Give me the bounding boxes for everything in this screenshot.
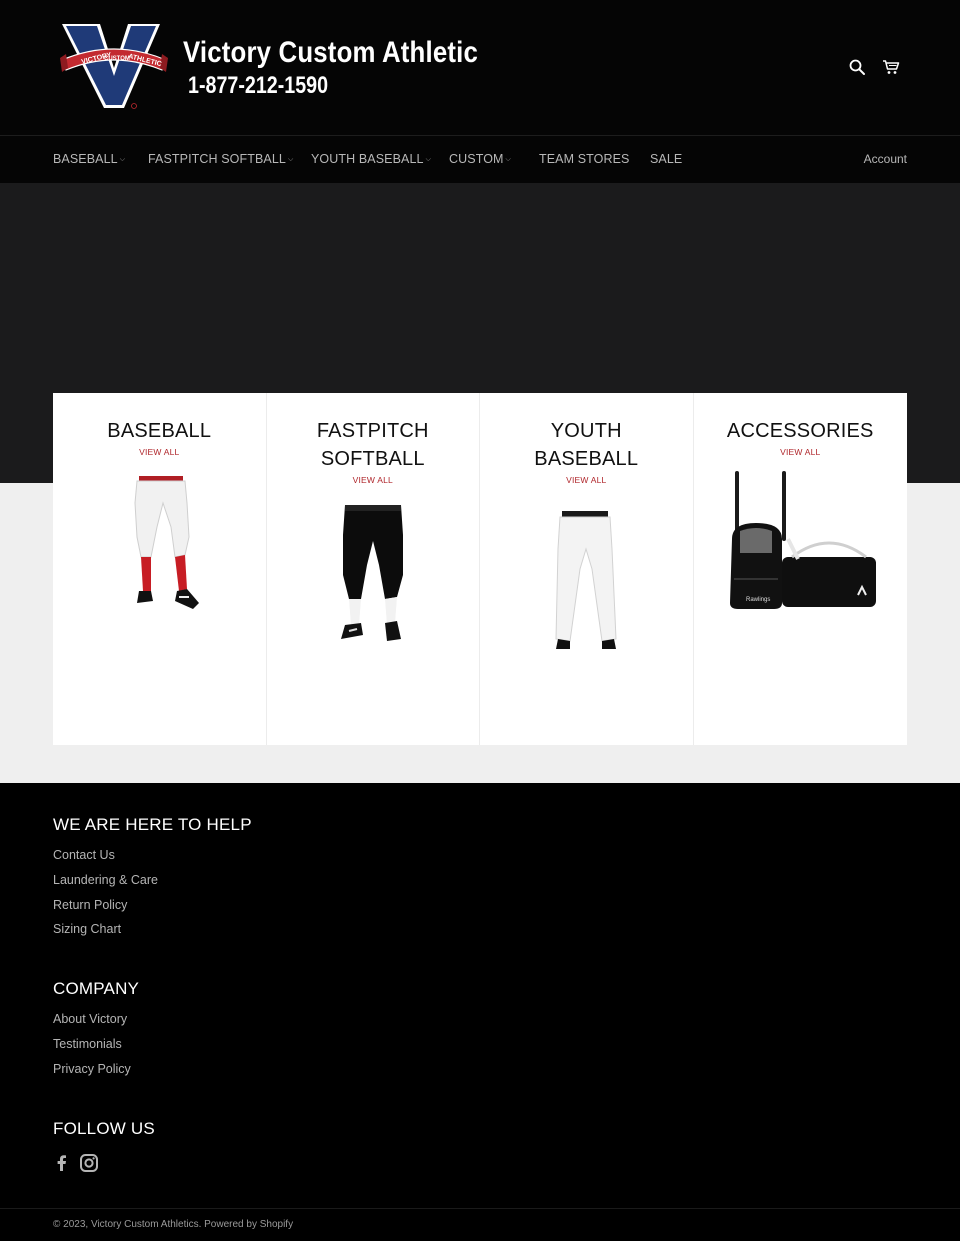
nav-label: SALE: [650, 152, 683, 166]
nav-item-fastpitch-softball[interactable]: FASTPITCH SOFTBALL ⌵: [148, 152, 293, 166]
facebook-icon[interactable]: [52, 1153, 72, 1173]
view-all-link[interactable]: VIEW ALL: [267, 475, 480, 485]
search-icon[interactable]: [848, 58, 866, 76]
help-heading: WE ARE HERE TO HELP: [53, 815, 252, 834]
collection-title[interactable]: ACCESSORIES: [694, 417, 908, 445]
collection-title[interactable]: YOUTH BASEBALL: [531, 417, 641, 473]
nav-item-team-stores[interactable]: TEAM STORES: [539, 152, 629, 166]
brand-phone[interactable]: 1-877-212-1590: [188, 72, 328, 100]
youth-baseball-pants-image[interactable]: [552, 509, 622, 659]
svg-text:CUSTOM: CUSTOM: [104, 56, 130, 62]
company-heading: COMPANY: [53, 979, 140, 998]
collection-card-baseball[interactable]: BASEBALL VIEW ALL: [53, 393, 267, 745]
chevron-down-icon: ⌵: [425, 156, 431, 163]
nav-item-youth-baseball[interactable]: YOUTH BASEBALL ⌵: [311, 152, 431, 166]
collection-grid: BASEBALL VIEW ALL FASTPITCH SOFTBALL VIE…: [53, 393, 907, 745]
copyright-text: © 2023, Victory Custom Athletics. Powere…: [53, 1219, 294, 1230]
view-all-link[interactable]: VIEW ALL: [53, 447, 266, 457]
nav-item-sale[interactable]: SALE: [650, 152, 682, 166]
instagram-icon[interactable]: [79, 1153, 99, 1173]
footer-link-return-policy[interactable]: Return Policy: [53, 898, 127, 912]
main-nav: BASEBALL ⌵ FASTPITCH SOFTBALL ⌵ YOUTH BASE…: [0, 135, 960, 183]
chevron-down-icon: ⌵: [287, 156, 294, 163]
footer-divider: [0, 1208, 960, 1209]
collection-card-accessories[interactable]: ACCESSORIES VIEW ALL Rawlings: [694, 393, 908, 745]
collection-title[interactable]: BASEBALL: [53, 417, 266, 445]
footer-link-laundering-care[interactable]: Laundering & Care: [53, 873, 158, 887]
follow-heading: FOLLOW US: [53, 1119, 155, 1138]
collection-card-youth-baseball[interactable]: YOUTH BASEBALL VIEW ALL: [480, 393, 694, 745]
nav-label: CUSTOM: [449, 152, 504, 166]
nav-item-custom[interactable]: CUSTOM ⌵: [449, 152, 511, 166]
nav-label: FASTPITCH SOFTBALL: [148, 152, 286, 166]
cart-icon[interactable]: [882, 58, 900, 76]
view-all-link[interactable]: VIEW ALL: [694, 447, 908, 457]
nav-label: BASEBALL: [53, 152, 118, 166]
nav-label: TEAM STORES: [539, 152, 630, 166]
baseball-pants-image[interactable]: [129, 473, 209, 619]
softball-pants-image[interactable]: [329, 501, 419, 647]
account-link[interactable]: Account: [864, 152, 907, 166]
footer-link-privacy-policy[interactable]: Privacy Policy: [53, 1062, 131, 1076]
accessories-bags-image[interactable]: Rawlings: [724, 469, 880, 611]
chevron-down-icon: ⌵: [505, 156, 511, 163]
victory-logo[interactable]: VICTORY CUSTOM ATHLETIC: [60, 20, 168, 112]
view-all-link[interactable]: VIEW ALL: [480, 475, 693, 485]
footer-link-testimonials[interactable]: Testimonials: [53, 1037, 122, 1051]
nav-label: YOUTH BASEBALL: [311, 152, 424, 166]
brand-title[interactable]: Victory Custom Athletic: [183, 36, 478, 70]
svg-text:Rawlings: Rawlings: [746, 597, 770, 603]
chevron-down-icon: ⌵: [119, 156, 126, 163]
footer-link-about-victory[interactable]: About Victory: [53, 1012, 127, 1026]
nav-item-baseball[interactable]: BASEBALL ⌵: [53, 152, 125, 166]
footer-link-sizing-chart[interactable]: Sizing Chart: [53, 922, 121, 936]
site-header: VICTORY CUSTOM ATHLETIC Victory Custom A…: [0, 0, 960, 135]
collection-title[interactable]: FASTPITCH SOFTBALL: [308, 417, 438, 473]
footer-link-contact-us[interactable]: Contact Us: [53, 848, 115, 862]
collection-card-fastpitch-softball[interactable]: FASTPITCH SOFTBALL VIEW ALL: [267, 393, 480, 745]
site-footer: WE ARE HERE TO HELP Contact Us Launderin…: [0, 783, 960, 1241]
